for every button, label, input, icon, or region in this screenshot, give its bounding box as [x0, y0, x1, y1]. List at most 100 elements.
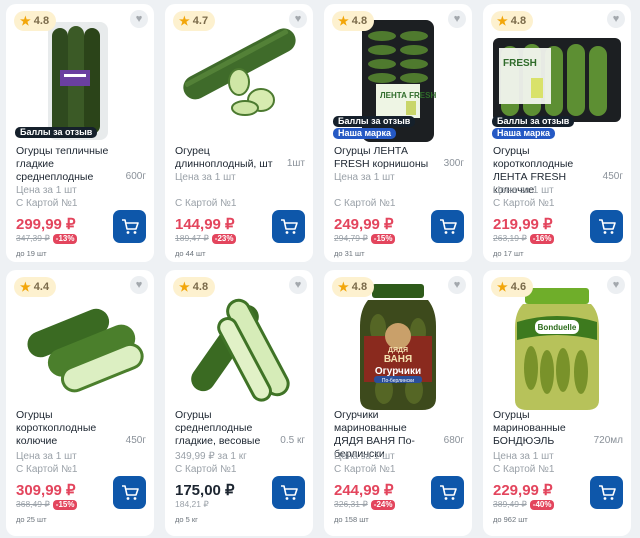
product-price: 229,99 ₽	[493, 482, 553, 499]
product-title[interactable]: Огурцы ЛЕНТА FRESH корнишоны	[334, 145, 436, 171]
rating-badge: ★ 4.8	[332, 11, 375, 31]
add-to-cart-button[interactable]	[590, 210, 623, 243]
old-price: 368,49 ₽	[16, 499, 50, 509]
loyalty-card-label: С Картой №1	[493, 464, 555, 475]
product-price: 175,00 ₽	[175, 482, 235, 499]
star-icon: ★	[20, 14, 31, 28]
old-price: 294,79 ₽	[334, 233, 368, 243]
old-price: 389,49 ₽	[493, 499, 527, 509]
jar-brand: ВАНЯ	[384, 354, 412, 365]
product-card[interactable]: ★ 4.8 ♥ Огурцы среднеплодные гладкие, вес…	[165, 270, 313, 536]
stock-limit: до 158 шт	[334, 515, 369, 524]
add-to-cart-button[interactable]	[431, 210, 464, 243]
product-price: 249,99 ₽	[334, 216, 394, 233]
product-card[interactable]: FRESH ★ 4.8 ♥ Баллы за отзыв Наша марка О…	[483, 4, 631, 262]
add-to-cart-button[interactable]	[113, 210, 146, 243]
price-unit-label: 349,99 ₽ за 1 кг	[175, 451, 247, 462]
add-to-cart-button[interactable]	[272, 476, 305, 509]
rating-badge: ★ 4.7	[173, 11, 216, 31]
product-weight: 680г	[443, 435, 464, 446]
stock-limit: до 17 шт	[493, 249, 524, 258]
product-image[interactable]	[165, 278, 313, 414]
add-to-cart-button[interactable]	[590, 476, 623, 509]
star-icon: ★	[179, 14, 190, 28]
stock-limit: до 962 шт	[493, 515, 528, 524]
product-title[interactable]: Огурцы короткоплодные колючие	[16, 409, 118, 448]
discount-badge: -15%	[52, 499, 78, 510]
product-weight: 1шт	[286, 158, 305, 169]
product-image[interactable]	[6, 278, 154, 414]
product-card[interactable]: ★ 4.4 ♥ Огурцы короткоплодные колючие 450…	[6, 270, 154, 536]
star-icon: ★	[338, 280, 349, 294]
price-label: Цена за 1 шт	[334, 451, 395, 462]
product-card[interactable]: ★ 4.7 ♥ Огурец длинноплодный, шт 1шт Цена…	[165, 4, 313, 262]
price-label: Цена за 1 шт	[493, 451, 554, 462]
cart-icon	[121, 484, 139, 500]
old-price: 189,47 ₽	[175, 233, 209, 243]
review-points-badge: Баллы за отзыв	[333, 116, 416, 127]
favorite-heart-icon[interactable]: ♥	[448, 276, 466, 294]
loyalty-card-label: С Картой №1	[175, 464, 237, 475]
review-points-badge: Баллы за отзыв	[492, 116, 575, 127]
stock-limit: до 44 шт	[175, 249, 206, 258]
badge-list: Баллы за отзыв	[15, 127, 98, 138]
badge-list: Баллы за отзыв Наша марка	[333, 116, 416, 139]
product-weight: 600г	[125, 171, 146, 182]
cart-icon	[439, 484, 457, 500]
product-price: 219,99 ₽	[493, 216, 553, 233]
product-image[interactable]: ДЯДЯ ВАНЯ Огурчики По-берлински	[324, 278, 472, 414]
own-brand-badge: Наша марка	[333, 128, 397, 139]
add-to-cart-button[interactable]	[113, 476, 146, 509]
discount-badge: -24%	[370, 499, 396, 510]
product-title[interactable]: Огурцы маринованные БОНДЮЭЛЬ	[493, 409, 595, 448]
price-label: Цена за 1 шт	[334, 172, 395, 183]
favorite-heart-icon[interactable]: ♥	[130, 276, 148, 294]
cart-icon	[280, 218, 298, 234]
cart-icon	[280, 484, 298, 500]
product-card[interactable]: ДЯДЯ ВАНЯ Огурчики По-берлински ★ 4.8 ♥ О…	[324, 270, 472, 536]
favorite-heart-icon[interactable]: ♥	[130, 10, 148, 28]
favorite-heart-icon[interactable]: ♥	[448, 10, 466, 28]
product-price: 144,99 ₽	[175, 216, 235, 233]
cart-icon	[439, 218, 457, 234]
product-card[interactable]: Bonduelle ★ 4.6 ♥ Огурцы маринованные БОН…	[483, 270, 631, 536]
price-label: Цена за 1 шт	[16, 185, 77, 196]
favorite-heart-icon[interactable]: ♥	[607, 10, 625, 28]
star-icon: ★	[20, 280, 31, 294]
favorite-heart-icon[interactable]: ♥	[289, 10, 307, 28]
favorite-heart-icon[interactable]: ♥	[607, 276, 625, 294]
product-title[interactable]: Огурцы среднеплодные гладкие, весовые	[175, 409, 277, 448]
jar-brand: Bonduelle	[538, 323, 577, 332]
stock-limit: до 19 шт	[16, 249, 47, 258]
old-price-row: 184,21 ₽	[175, 499, 209, 510]
old-price: 347,39 ₽	[16, 233, 50, 243]
cart-icon	[598, 218, 616, 234]
add-to-cart-button[interactable]	[431, 476, 464, 509]
rating-badge: ★ 4.4	[14, 277, 57, 297]
product-weight: 720мл	[593, 435, 623, 446]
star-icon: ★	[497, 14, 508, 28]
add-to-cart-button[interactable]	[272, 210, 305, 243]
product-image[interactable]: Bonduelle	[483, 278, 631, 414]
old-price: 184,21 ₽	[175, 499, 209, 509]
discount-badge: -13%	[52, 233, 78, 244]
jar-subtitle: По-берлински	[382, 378, 414, 384]
product-title[interactable]: Огурец длинноплодный, шт	[175, 145, 277, 171]
rating-badge: ★ 4.8	[14, 11, 57, 31]
cart-icon	[598, 484, 616, 500]
price-label: Цена за 1 шт	[175, 172, 236, 183]
favorite-heart-icon[interactable]: ♥	[289, 276, 307, 294]
product-title[interactable]: Огурцы тепличные гладкие среднеплодные	[16, 145, 118, 184]
tray-label: FRESH	[503, 58, 537, 69]
product-weight: 0.5 кг	[280, 435, 305, 446]
product-card[interactable]: ЛЕНТА FRESH ★ 4.8 ♥ Баллы за отзыв Наша м…	[324, 4, 472, 262]
product-card[interactable]: ★ 4.8 ♥ Баллы за отзыв Огурцы тепличные г…	[6, 4, 154, 262]
old-price-row: 294,79 ₽ -15%	[334, 233, 396, 244]
jar-brand-top: ДЯДЯ	[388, 347, 408, 354]
loyalty-card-label: С Картой №1	[16, 464, 78, 475]
rating-badge: ★ 4.6	[491, 277, 534, 297]
old-price-row: 189,47 ₽ -23%	[175, 233, 237, 244]
tray-label: ЛЕНТА FRESH	[380, 91, 436, 100]
old-price-row: 347,39 ₽ -13%	[16, 233, 78, 244]
product-weight: 450г	[602, 171, 623, 182]
